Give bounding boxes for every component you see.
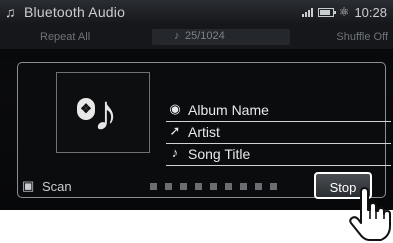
album-row: ◉ Album Name	[166, 99, 391, 122]
artist-name: Artist	[188, 124, 220, 140]
music-note-icon: ♪	[171, 145, 179, 160]
track-number: 25/1024	[185, 30, 225, 42]
progress-dot	[150, 183, 157, 190]
scan-icon: ▣	[22, 178, 35, 193]
shuffle-mode[interactable]: Shuffle Off	[336, 31, 388, 43]
bluetooth-audio-screen: ♫ Bluetooth Audio ⚛ 10:28 Repeat All ♪ 2…	[0, 0, 393, 210]
song-row: ♪ Song Title	[166, 143, 391, 166]
bluetooth-source-icon: ♫	[5, 4, 16, 20]
album-name: Album Name	[188, 102, 269, 118]
progress-dot	[255, 183, 262, 190]
progress-dot	[180, 183, 187, 190]
progress-dot	[225, 183, 232, 190]
progress-dot	[270, 183, 277, 190]
disc-icon: ◉	[169, 101, 181, 116]
progress-dot	[240, 183, 247, 190]
status-area: ⚛ 10:28	[301, 4, 387, 20]
progress-dot	[210, 183, 217, 190]
repeat-mode[interactable]: Repeat All	[40, 31, 90, 43]
music-note-icon: ♪	[93, 85, 118, 141]
signal-bars-icon	[301, 7, 313, 17]
playback-options-bar: Repeat All ♪ 25/1024 Shuffle Off	[0, 25, 393, 49]
track-counter: ♪ 25/1024	[152, 29, 290, 45]
microphone-icon: ➚	[169, 123, 181, 138]
clock: 10:28	[354, 4, 387, 20]
progress-dot	[165, 183, 172, 190]
song-title: Song Title	[188, 146, 251, 162]
pointing-hand-icon	[349, 187, 391, 241]
screen-title: Bluetooth Audio	[24, 4, 126, 20]
progress-dot	[195, 183, 202, 190]
music-note-icon: ♪	[174, 30, 180, 42]
scan-label: Scan	[42, 179, 72, 194]
album-art: ❖ ♪	[56, 72, 150, 153]
battery-icon	[317, 7, 336, 17]
header-bar: ♫ Bluetooth Audio ⚛ 10:28	[0, 0, 393, 25]
bluetooth-icon: ⚛	[338, 5, 350, 19]
artist-row: ➚ Artist	[166, 121, 391, 144]
scan-progress	[150, 183, 277, 190]
